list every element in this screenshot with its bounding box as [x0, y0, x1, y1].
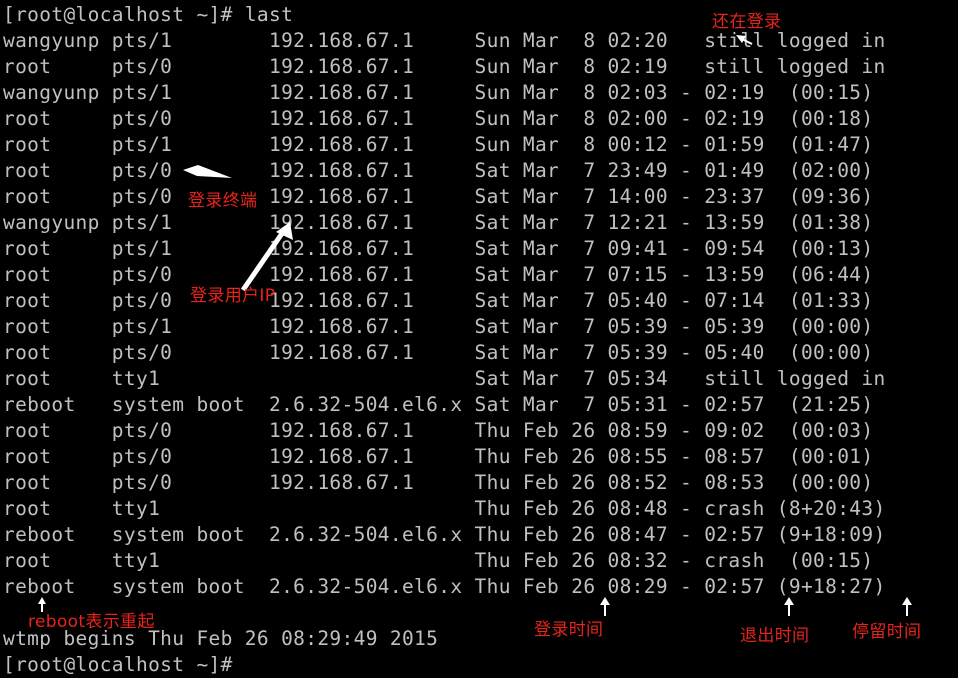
terminal-line: root tty1 Thu Feb 26 08:48 - crash (8+20… — [3, 497, 886, 520]
terminal-line: root pts/0 192.168.67.1 Thu Feb 26 08:59… — [3, 419, 874, 442]
annotation-reboot-meaning: reboot表示重起 — [28, 612, 155, 632]
arrow-stay-time-icon — [902, 597, 912, 616]
terminal-line: root pts/0 192.168.67.1 Sat Mar 7 23:49 … — [3, 159, 874, 182]
terminal-line: root pts/0 192.168.67.1 Sat Mar 7 07:15 … — [3, 263, 874, 286]
terminal-line: root pts/0 192.168.67.1 Sun Mar 8 02:19 … — [3, 55, 886, 78]
terminal-line: reboot system boot 2.6.32-504.el6.x Sat … — [3, 393, 874, 416]
annotation-login-time: 登录时间 — [534, 620, 604, 640]
terminal-line: [root@localhost ~]# — [3, 653, 233, 676]
terminal-line: root pts/0 192.168.67.1 Thu Feb 26 08:55… — [3, 445, 874, 468]
terminal-line: root pts/1 192.168.67.1 Sat Mar 7 09:41 … — [3, 237, 874, 260]
terminal-line: root tty1 Thu Feb 26 08:32 - crash (00:1… — [3, 549, 874, 572]
terminal-line: wangyunp pts/1 192.168.67.1 Sun Mar 8 02… — [3, 81, 874, 104]
terminal-line: root pts/0 192.168.67.1 Thu Feb 26 08:52… — [3, 471, 874, 494]
terminal-line: root pts/1 192.168.67.1 Sun Mar 8 00:12 … — [3, 133, 874, 156]
annotation-stay-time: 停留时间 — [852, 622, 922, 642]
terminal-line: root tty1 Sat Mar 7 05:34 still logged i… — [3, 367, 886, 390]
annotation-logout-time: 退出时间 — [740, 626, 810, 646]
annotation-login-user-ip: 登录用户IP — [190, 286, 276, 306]
terminal-line: reboot system boot 2.6.32-504.el6.x Thu … — [3, 575, 886, 598]
annotation-login-terminal: 登录终端 — [188, 191, 258, 211]
annotation-still-logged-in: 还在登录 — [712, 12, 782, 32]
terminal-line: root pts/0 192.168.67.1 Sun Mar 8 02:00 … — [3, 107, 874, 130]
terminal-line: root pts/0 192.168.67.1 Sat Mar 7 05:40 … — [3, 289, 874, 312]
terminal-line: root pts/0 192.168.67.1 Sat Mar 7 14:00 … — [3, 185, 874, 208]
terminal-line: root pts/0 192.168.67.1 Sat Mar 7 05:39 … — [3, 341, 874, 364]
terminal-window[interactable]: [root@localhost ~]# last wangyunp pts/1 1… — [0, 0, 958, 678]
terminal-line: wangyunp pts/1 192.168.67.1 Sat Mar 7 12… — [3, 211, 874, 234]
terminal-line: reboot system boot 2.6.32-504.el6.x Thu … — [3, 523, 886, 546]
terminal-line: [root@localhost ~]# last — [3, 3, 294, 26]
terminal-line: root pts/1 192.168.67.1 Sat Mar 7 05:39 … — [3, 315, 874, 338]
